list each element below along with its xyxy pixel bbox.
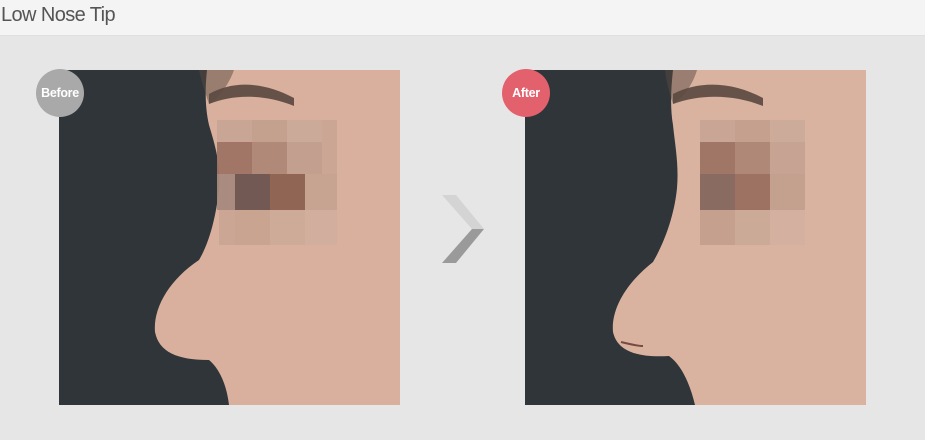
chevron-right-icon — [440, 193, 486, 270]
after-badge: After — [502, 69, 550, 117]
before-photo — [59, 70, 400, 405]
header-bar: Low Nose Tip — [0, 0, 925, 36]
before-badge: Before — [36, 69, 84, 117]
after-photo — [525, 70, 866, 405]
page-title: Low Nose Tip — [1, 4, 116, 26]
